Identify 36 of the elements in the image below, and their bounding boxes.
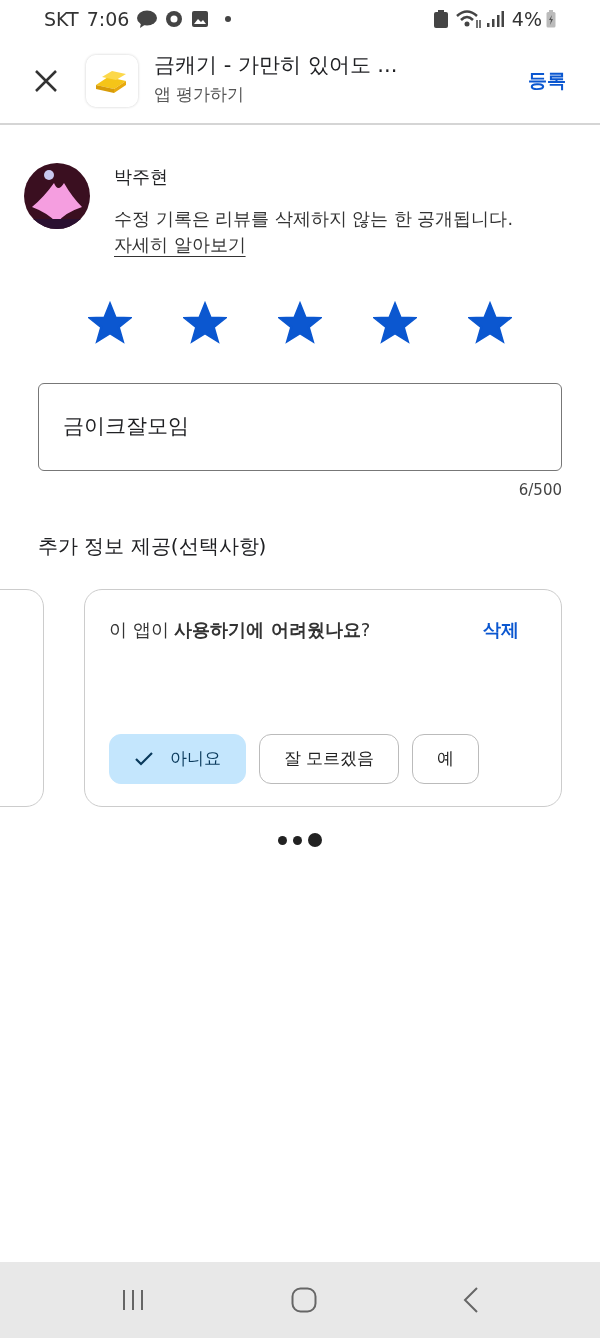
notice-text: 수정 기록은 리뷰를 삭제하지 않는 한 공개됩니다.	[114, 208, 513, 231]
star-icon[interactable]	[183, 300, 227, 345]
review-input-field[interactable]: 금이크잘모임	[38, 382, 562, 471]
answer-chip[interactable]: 아니요	[109, 734, 246, 784]
home-icon[interactable]	[291, 1287, 317, 1313]
character-counter: 6/500	[517, 479, 562, 501]
question-text: 이 앱이 사용하기에 어려웠나요?	[109, 618, 372, 642]
recent-apps-icon[interactable]	[121, 1289, 145, 1311]
clock-text: 7:06	[86, 6, 130, 32]
submit-button[interactable]: 등록	[514, 60, 580, 101]
signal-icon	[485, 10, 504, 28]
star-icon[interactable]	[373, 300, 417, 345]
battery-icon	[546, 10, 556, 28]
answer-chip[interactable]: 예	[412, 734, 480, 784]
back-icon[interactable]	[463, 1287, 479, 1313]
user-name: 박주현	[114, 165, 169, 189]
app-title: 금캐기 - 가만히 있어도 ...	[154, 53, 399, 79]
page-subtitle: 앱 평가하기	[154, 83, 246, 107]
chat-icon	[137, 10, 158, 28]
carrier-text: SKT	[44, 6, 79, 32]
section-heading: 추가 정보 제공(선택사항)	[38, 533, 268, 560]
star-icon[interactable]	[88, 300, 132, 345]
answer-chip[interactable]: 잘 모르겠음	[259, 734, 400, 784]
dot-icon	[225, 16, 232, 22]
star-icon[interactable]	[278, 300, 322, 345]
delete-button[interactable]: 삭제	[465, 616, 537, 643]
page-indicator-dot[interactable]	[293, 835, 302, 845]
battery-text: 4%	[511, 6, 542, 32]
star-icon[interactable]	[468, 300, 512, 345]
wifi-icon	[455, 9, 482, 29]
learn-more-link[interactable]: 자세히 알아보기	[114, 235, 246, 256]
page-indicator-dot[interactable]	[278, 835, 287, 845]
page-indicator-dot[interactable]	[308, 833, 322, 847]
image-icon	[191, 10, 210, 28]
app-icon	[86, 54, 138, 107]
check-icon	[134, 751, 154, 767]
